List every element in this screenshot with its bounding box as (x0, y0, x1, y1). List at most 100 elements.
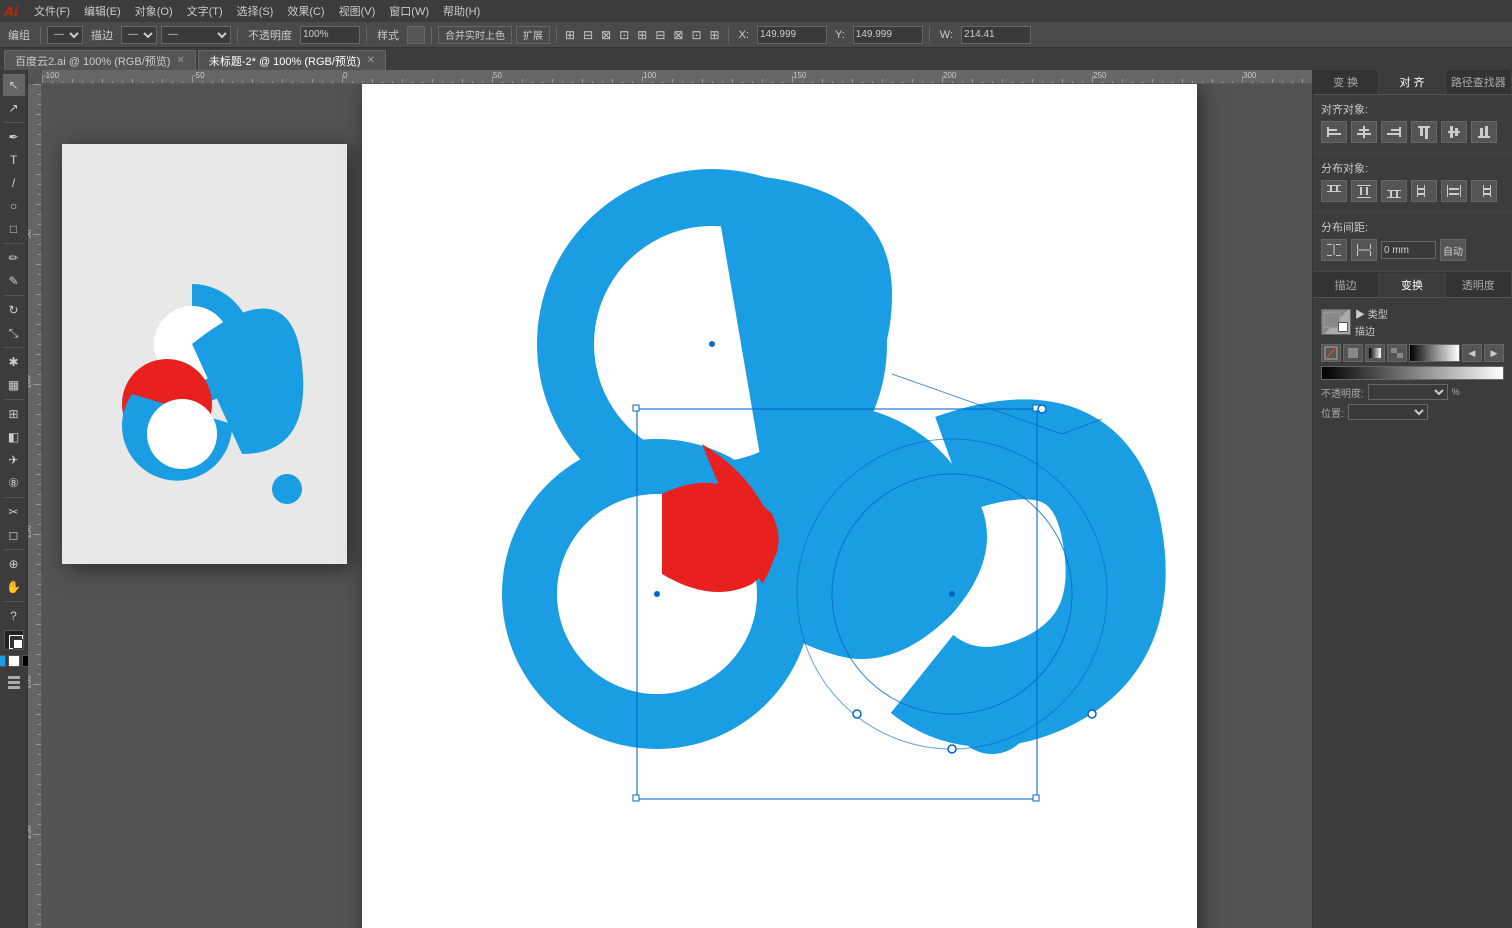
tab-1[interactable]: 未标题-2* @ 100% (RGB/预览) ✕ (198, 50, 386, 70)
hand-tool[interactable]: ✋ (3, 576, 25, 598)
x-input[interactable] (757, 26, 827, 44)
brush-tool[interactable]: ✏ (3, 247, 25, 269)
y-input[interactable] (853, 26, 923, 44)
merge-button[interactable]: 合并实时上色 (438, 26, 512, 44)
toolbar-icon-4[interactable]: ⊡ (617, 26, 631, 44)
panel-tab-pathfinder[interactable]: 路径查找器 (1446, 70, 1512, 94)
toolbar-icon-6[interactable]: ⊟ (653, 26, 667, 44)
dist-top-btn[interactable] (1321, 180, 1347, 202)
menu-window[interactable]: 窗口(W) (383, 1, 435, 21)
color-swatch-blue[interactable] (0, 655, 6, 667)
fill-color-swatch[interactable] (1321, 309, 1351, 335)
stroke-select[interactable]: — (121, 26, 157, 44)
spacing-h-btn[interactable] (1351, 239, 1377, 261)
layers-icon[interactable] (4, 672, 24, 692)
toolbar-icon-2[interactable]: ⊟ (581, 26, 595, 44)
toolbar-icon-1[interactable]: ⊞ (563, 26, 577, 44)
graph-tool[interactable]: ▦ (3, 374, 25, 396)
menu-select[interactable]: 选择(S) (231, 1, 280, 21)
spacing-v-btn[interactable] (1321, 239, 1347, 261)
gradient-btn[interactable] (1365, 344, 1385, 362)
gradient-arrow-left[interactable]: ◀ (1462, 344, 1482, 362)
dist-cen-btn[interactable] (1441, 180, 1467, 202)
blend-tool[interactable]: ⑧ (3, 472, 25, 494)
menu-file[interactable]: 文件(F) (28, 1, 76, 21)
align-left-btn[interactable] (1321, 121, 1347, 143)
auto-spacing-btn[interactable]: 自动 (1440, 239, 1466, 261)
gradient-tool[interactable]: ◧ (3, 426, 25, 448)
rect-tool[interactable]: □ (3, 218, 25, 240)
line-tool[interactable]: / (3, 172, 25, 194)
toolbar-icon-7[interactable]: ⊠ (671, 26, 685, 44)
tab-close-0[interactable]: ✕ (176, 55, 184, 66)
align-right-btn[interactable] (1381, 121, 1407, 143)
toolbar-icon-5[interactable]: ⊞ (635, 26, 649, 44)
slice-tool[interactable]: ✂ (3, 501, 25, 523)
menu-help[interactable]: 帮助(H) (437, 1, 486, 21)
dist-mid-btn[interactable] (1351, 180, 1377, 202)
align-bottom-btn[interactable] (1471, 121, 1497, 143)
select-tool[interactable]: ↖ (3, 74, 25, 96)
color-none-btn[interactable] (1321, 344, 1341, 362)
style-swatch[interactable] (407, 26, 425, 44)
zoom-tool[interactable]: ⊕ (3, 553, 25, 575)
canvas-viewport[interactable] (42, 84, 1312, 928)
fill-stroke-indicator[interactable] (4, 630, 24, 650)
pattern-btn[interactable] (1387, 344, 1407, 362)
help-tool[interactable]: ? (3, 605, 25, 627)
panel-tab-opacity-b[interactable]: 透明度 (1446, 273, 1512, 297)
opacity-input[interactable] (300, 26, 360, 44)
mesh-tool[interactable]: ⊞ (3, 403, 25, 425)
eraser-tool[interactable]: ◻ (3, 524, 25, 546)
spacing-value-input[interactable] (1381, 241, 1436, 259)
stroke-type-select[interactable]: — (47, 26, 83, 44)
artboard-thumbnail (62, 144, 347, 564)
toolbar-icon-3[interactable]: ⊠ (599, 26, 613, 44)
artboard-main[interactable] (362, 84, 1197, 928)
toolbar-icon-9[interactable]: ⊞ (708, 26, 722, 44)
toolbar-icon-8[interactable]: ⊡ (689, 26, 703, 44)
w-label: W: (936, 29, 957, 41)
color-type-row: ◀ ▶ (1321, 344, 1504, 362)
dist-right-btn[interactable] (1471, 180, 1497, 202)
align-middle-v-btn[interactable] (1441, 121, 1467, 143)
align-center-h-btn[interactable] (1351, 121, 1377, 143)
dist-bot-btn[interactable] (1381, 180, 1407, 202)
spray-tool[interactable]: ✱ (3, 351, 25, 373)
menu-edit[interactable]: 编辑(E) (78, 1, 127, 21)
rotate-tool[interactable]: ↻ (3, 299, 25, 321)
panel-tab-align[interactable]: 对 齐 (1379, 70, 1445, 94)
w-input[interactable] (961, 26, 1031, 44)
panel-tab-stroke-b[interactable]: 描边 (1313, 273, 1379, 297)
gradient-bar[interactable] (1321, 366, 1504, 380)
pen-tool[interactable]: ✒ (3, 126, 25, 148)
color-swatch-white[interactable] (8, 655, 20, 667)
opacity-select[interactable] (1368, 384, 1448, 400)
pencil-tool[interactable]: ✎ (3, 270, 25, 292)
menu-object[interactable]: 对象(O) (129, 1, 179, 21)
direct-select-tool[interactable]: ↗ (3, 97, 25, 119)
position-select[interactable] (1348, 404, 1428, 420)
gradient-preview-bar[interactable] (1409, 344, 1460, 362)
toolbar-sep-4 (431, 27, 432, 43)
panel-tab-transform-b[interactable]: 变换 (1379, 273, 1445, 297)
menu-effect[interactable]: 效果(C) (281, 1, 330, 21)
toolbar-sep-7 (929, 27, 930, 43)
dist-left-btn[interactable] (1411, 180, 1437, 202)
menu-view[interactable]: 视图(V) (333, 1, 382, 21)
expand-button[interactable]: 扩展 (516, 26, 550, 44)
menu-bar: Ai 文件(F) 编辑(E) 对象(O) 文字(T) 选择(S) 效果(C) 视… (0, 0, 1512, 22)
stroke-width-select[interactable]: — (161, 26, 231, 44)
scale-tool[interactable]: ⤡ (3, 322, 25, 344)
solid-color-btn[interactable] (1343, 344, 1363, 362)
tab-0[interactable]: 百度云2.ai @ 100% (RGB/预览) ✕ (4, 50, 196, 70)
ellipse-tool[interactable]: ○ (3, 195, 25, 217)
panel-tab-transform[interactable]: 变 换 (1313, 70, 1379, 94)
tab-close-1[interactable]: ✕ (367, 55, 375, 66)
menu-type[interactable]: 文字(T) (181, 1, 229, 21)
eyedropper-tool[interactable]: ✈ (3, 449, 25, 471)
gradient-arrow-right[interactable]: ▶ (1484, 344, 1504, 362)
type-tool[interactable]: T (3, 149, 25, 171)
canvas-area[interactable]: -100-50050100150200250300 50100150200250 (28, 70, 1312, 928)
align-top-btn[interactable] (1411, 121, 1437, 143)
